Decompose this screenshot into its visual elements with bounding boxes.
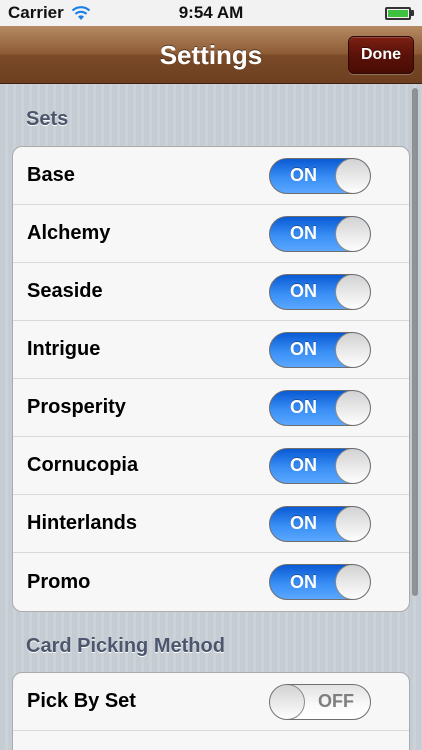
status-time: 9:54 AM [178, 3, 244, 22]
switch-state: OFF [318, 691, 354, 711]
switch-state: ON [290, 339, 317, 359]
switch-state: ON [290, 281, 317, 301]
status-bar: Carrier 9:54 AM [0, 0, 422, 26]
switch-knob [335, 158, 370, 193]
settings-row-intrigue: Intrigue ON [13, 321, 409, 379]
toggle-switch-intrigue[interactable]: ON [269, 331, 371, 368]
row-label: Intrigue [27, 338, 101, 360]
section-header-sets: Sets [26, 108, 69, 130]
switch-knob [335, 332, 370, 367]
settings-row-base: Base ON [13, 147, 409, 205]
row-label: Pick By Set [27, 690, 136, 712]
row-label: Alchemy [27, 222, 111, 244]
navigation-bar: Settings Done [0, 26, 422, 84]
row-label: Promo [27, 570, 91, 593]
settings-row-prosperity: Prosperity ON [13, 379, 409, 437]
switch-state: ON [290, 455, 317, 475]
section-header-card-picking: Card Picking Method [26, 635, 225, 657]
toggle-switch-cornucopia[interactable]: ON [269, 447, 371, 484]
toggle-switch-pick-by-set[interactable]: OFF [269, 683, 371, 720]
switch-state: ON [290, 223, 317, 243]
done-button[interactable]: Done [348, 36, 414, 74]
switch-knob [335, 506, 370, 541]
scrollbar[interactable] [412, 88, 418, 596]
switch-knob [335, 565, 370, 599]
switch-knob [335, 216, 370, 251]
row-label: Hinterlands [27, 512, 138, 534]
toggle-switch-prosperity[interactable]: ON [269, 389, 371, 426]
toggle-switch-seaside[interactable]: ON [269, 273, 371, 310]
switch-knob [335, 448, 370, 483]
switch-knob [335, 390, 370, 425]
settings-row-cornucopia: Cornucopia ON [13, 437, 409, 495]
settings-row-pick-by-set: Pick By Set OFF [13, 673, 409, 731]
toggle-switch-hinterlands[interactable]: ON [269, 505, 371, 542]
toggle-switch-alchemy[interactable]: ON [269, 215, 371, 252]
toggle-switch-promo[interactable]: ON [269, 564, 371, 600]
card-picking-group: Pick By Set OFF [12, 672, 410, 750]
sets-group: Base ON Alchemy ON Seaside ON Intrigue O… [12, 146, 410, 612]
switch-state: ON [290, 571, 317, 592]
settings-row-promo: Promo ON [13, 553, 409, 611]
settings-row-hinterlands: Hinterlands ON [13, 495, 409, 553]
settings-row-seaside: Seaside ON [13, 263, 409, 321]
switch-state: ON [290, 165, 317, 185]
switch-state: ON [290, 397, 317, 417]
row-label: Seaside [27, 280, 103, 302]
toggle-switch-base[interactable]: ON [269, 157, 371, 194]
row-label: Cornucopia [27, 454, 139, 476]
row-label: Base [27, 164, 75, 186]
switch-state: ON [290, 513, 317, 533]
switch-knob [335, 274, 370, 309]
settings-row-alchemy: Alchemy ON [13, 205, 409, 263]
row-label: Prosperity [27, 396, 126, 418]
switch-knob [270, 684, 305, 719]
